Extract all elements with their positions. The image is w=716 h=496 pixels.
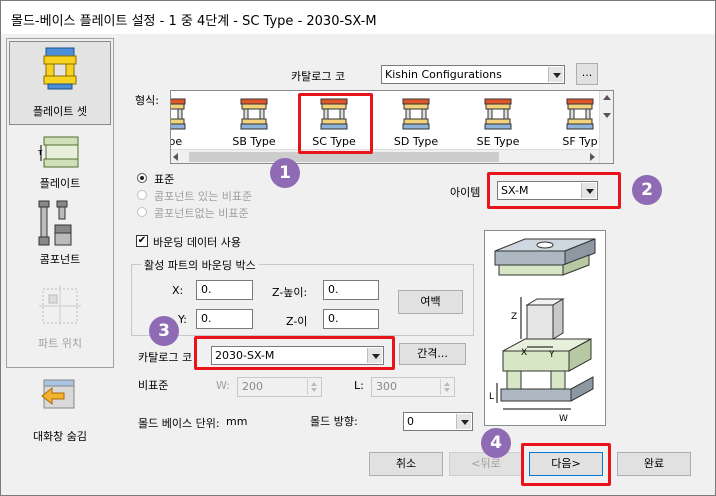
cancel-button[interactable]: 취소 [369, 452, 443, 476]
type-label: 형식: [135, 94, 159, 107]
z-label: Z-이 [286, 315, 308, 328]
finish-button[interactable]: 완료 [617, 452, 691, 476]
plate-set-icon [43, 47, 77, 90]
type-tile-label: SE Type [476, 135, 520, 148]
chevron-down-icon [456, 414, 471, 429]
type-gallery: ypeSB TypeSC TypeSD TypeSE TypeSF Typ [170, 90, 614, 164]
spacing-button[interactable]: 간격... [399, 343, 466, 365]
catalog-code-label: 카탈로그 코 [138, 351, 193, 364]
sidebar-item-label: 파트 위치 [38, 337, 82, 350]
diagram-w-label: W [559, 414, 568, 424]
radio-nonstandard-without-component-label: 콤포넌트없는 비표준 [154, 207, 249, 220]
direction-dropdown[interactable]: 0 [403, 412, 473, 431]
type-tile[interactable]: SE Type [459, 93, 537, 149]
highlight-next [521, 443, 611, 486]
sidebar-item-label: 콤포넌트 [39, 253, 81, 266]
direction-value: 0 [407, 415, 414, 428]
component-icon [38, 200, 72, 246]
type-tile-label: SB Type [232, 135, 276, 148]
x-input[interactable]: 0. [196, 280, 253, 300]
radio-nonstandard-without-component[interactable] [137, 207, 147, 217]
w-input[interactable]: 200 [237, 377, 322, 397]
hide-dialog-icon [41, 379, 75, 409]
l-value: 300 [376, 380, 397, 393]
step-badge-3: 3 [149, 316, 179, 346]
x-label: X: [172, 284, 184, 297]
units-label: 몰드 베이스 단위: [138, 417, 220, 430]
vertical-scrollbar[interactable] [599, 91, 613, 163]
w-spinner[interactable] [307, 379, 320, 395]
scroll-right-icon[interactable] [590, 153, 595, 161]
catalog-browse-button[interactable]: ... [576, 63, 598, 85]
svg-text:T: T [38, 149, 43, 157]
radio-nonstandard-with-component-label: 콤포넌트 있는 비표준 [154, 190, 253, 203]
step-badge-1: 1 [270, 158, 300, 188]
radio-standard-label: 표준 [154, 173, 175, 186]
mold-type-icon [484, 98, 512, 130]
sidebar-item-label: 대화창 숨김 [32, 430, 88, 443]
margin-button[interactable]: 여백 [398, 290, 463, 314]
diagram-x-label: X [521, 348, 527, 358]
sidebar-item-label: 플레이트 셋 [32, 105, 88, 118]
direction-label: 몰드 방향: [310, 415, 358, 428]
sidebar-item-component[interactable]: 콤포넌트 [9, 197, 111, 267]
catalog-label: 카탈로그 코 [291, 70, 346, 83]
sidebar-item-plate-set[interactable]: 플레이트 셋 [9, 41, 111, 125]
highlight-item [487, 172, 621, 209]
mold-type-icon [240, 98, 268, 130]
l-label: L: [354, 379, 364, 392]
highlight-sc-type [298, 93, 373, 154]
mold-base-diagram: Z X Y L W [484, 230, 606, 426]
mold-type-icon [566, 98, 594, 130]
type-tile[interactable]: ype [171, 93, 211, 149]
step-badge-4: 4 [481, 428, 511, 458]
diagram-y-label: Y [548, 350, 555, 360]
mold-type-icon [402, 98, 430, 130]
chevron-down-icon [548, 67, 563, 82]
z-height-label: Z-높이: [272, 286, 308, 299]
radio-nonstandard-with-component[interactable] [137, 190, 147, 200]
mold-base-illustration: Z X Y L W [489, 238, 596, 424]
scroll-down-icon[interactable] [603, 113, 611, 118]
y-label: Y: [178, 313, 187, 326]
type-tile[interactable]: SB Type [215, 93, 293, 149]
type-tile-label: ype [171, 135, 183, 148]
sidebar-item-hide-dialog[interactable]: 대화창 숨김 [12, 378, 108, 443]
plate-icon: T [38, 136, 79, 168]
mold-type-icon [171, 98, 186, 130]
bounding-data-checkbox[interactable]: ✔ [136, 235, 148, 247]
sidebar-item-part-location[interactable]: 파트 위치 [9, 281, 111, 351]
nonstandard-label: 비표준 [138, 379, 169, 392]
back-button[interactable]: <뒤로 [449, 452, 523, 476]
part-location-icon [39, 285, 81, 325]
bounding-box-group-title: 활성 파트의 바운딩 박스 [141, 257, 259, 273]
diagram-l-label: L [489, 392, 494, 402]
catalog-dropdown[interactable]: Kishin Configurations [381, 65, 565, 84]
w-value: 200 [242, 380, 263, 393]
item-label: 아이템 [450, 186, 481, 199]
catalog-value: Kishin Configurations [385, 68, 502, 81]
diagram-z-label: Z [511, 312, 517, 322]
bounding-data-label: 바운딩 데이터 사용 [153, 236, 241, 249]
sidebar-item-plate[interactable]: T 플레이트 [9, 131, 111, 193]
step-badge-2: 2 [632, 175, 662, 205]
w-label: W: [216, 379, 230, 392]
horizontal-scrollbar[interactable] [171, 149, 599, 163]
sidebar: 플레이트 셋 T 플레이트 콤포넌트 파트 위치 [6, 38, 114, 368]
z-input[interactable]: 0. [323, 309, 379, 329]
sidebar-item-label: 플레이트 [39, 177, 81, 190]
window-title: 몰드-베이스 플레이트 설정 - 1 중 4단계 - SC Type - 203… [11, 14, 377, 29]
title-bar: 몰드-베이스 플레이트 설정 - 1 중 4단계 - SC Type - 203… [0, 0, 716, 34]
highlight-catalog-code [194, 336, 395, 370]
type-tile-label: SD Type [393, 135, 439, 148]
units-value: mm [226, 415, 248, 428]
y-input[interactable]: 0. [196, 309, 253, 329]
type-tile[interactable]: SD Type [377, 93, 455, 149]
scroll-up-icon[interactable] [603, 95, 611, 100]
l-spinner[interactable] [440, 379, 453, 395]
scroll-left-icon[interactable] [173, 153, 178, 161]
z-height-input[interactable]: 0. [323, 280, 379, 300]
l-input[interactable]: 300 [371, 377, 455, 397]
radio-standard[interactable] [137, 173, 147, 183]
